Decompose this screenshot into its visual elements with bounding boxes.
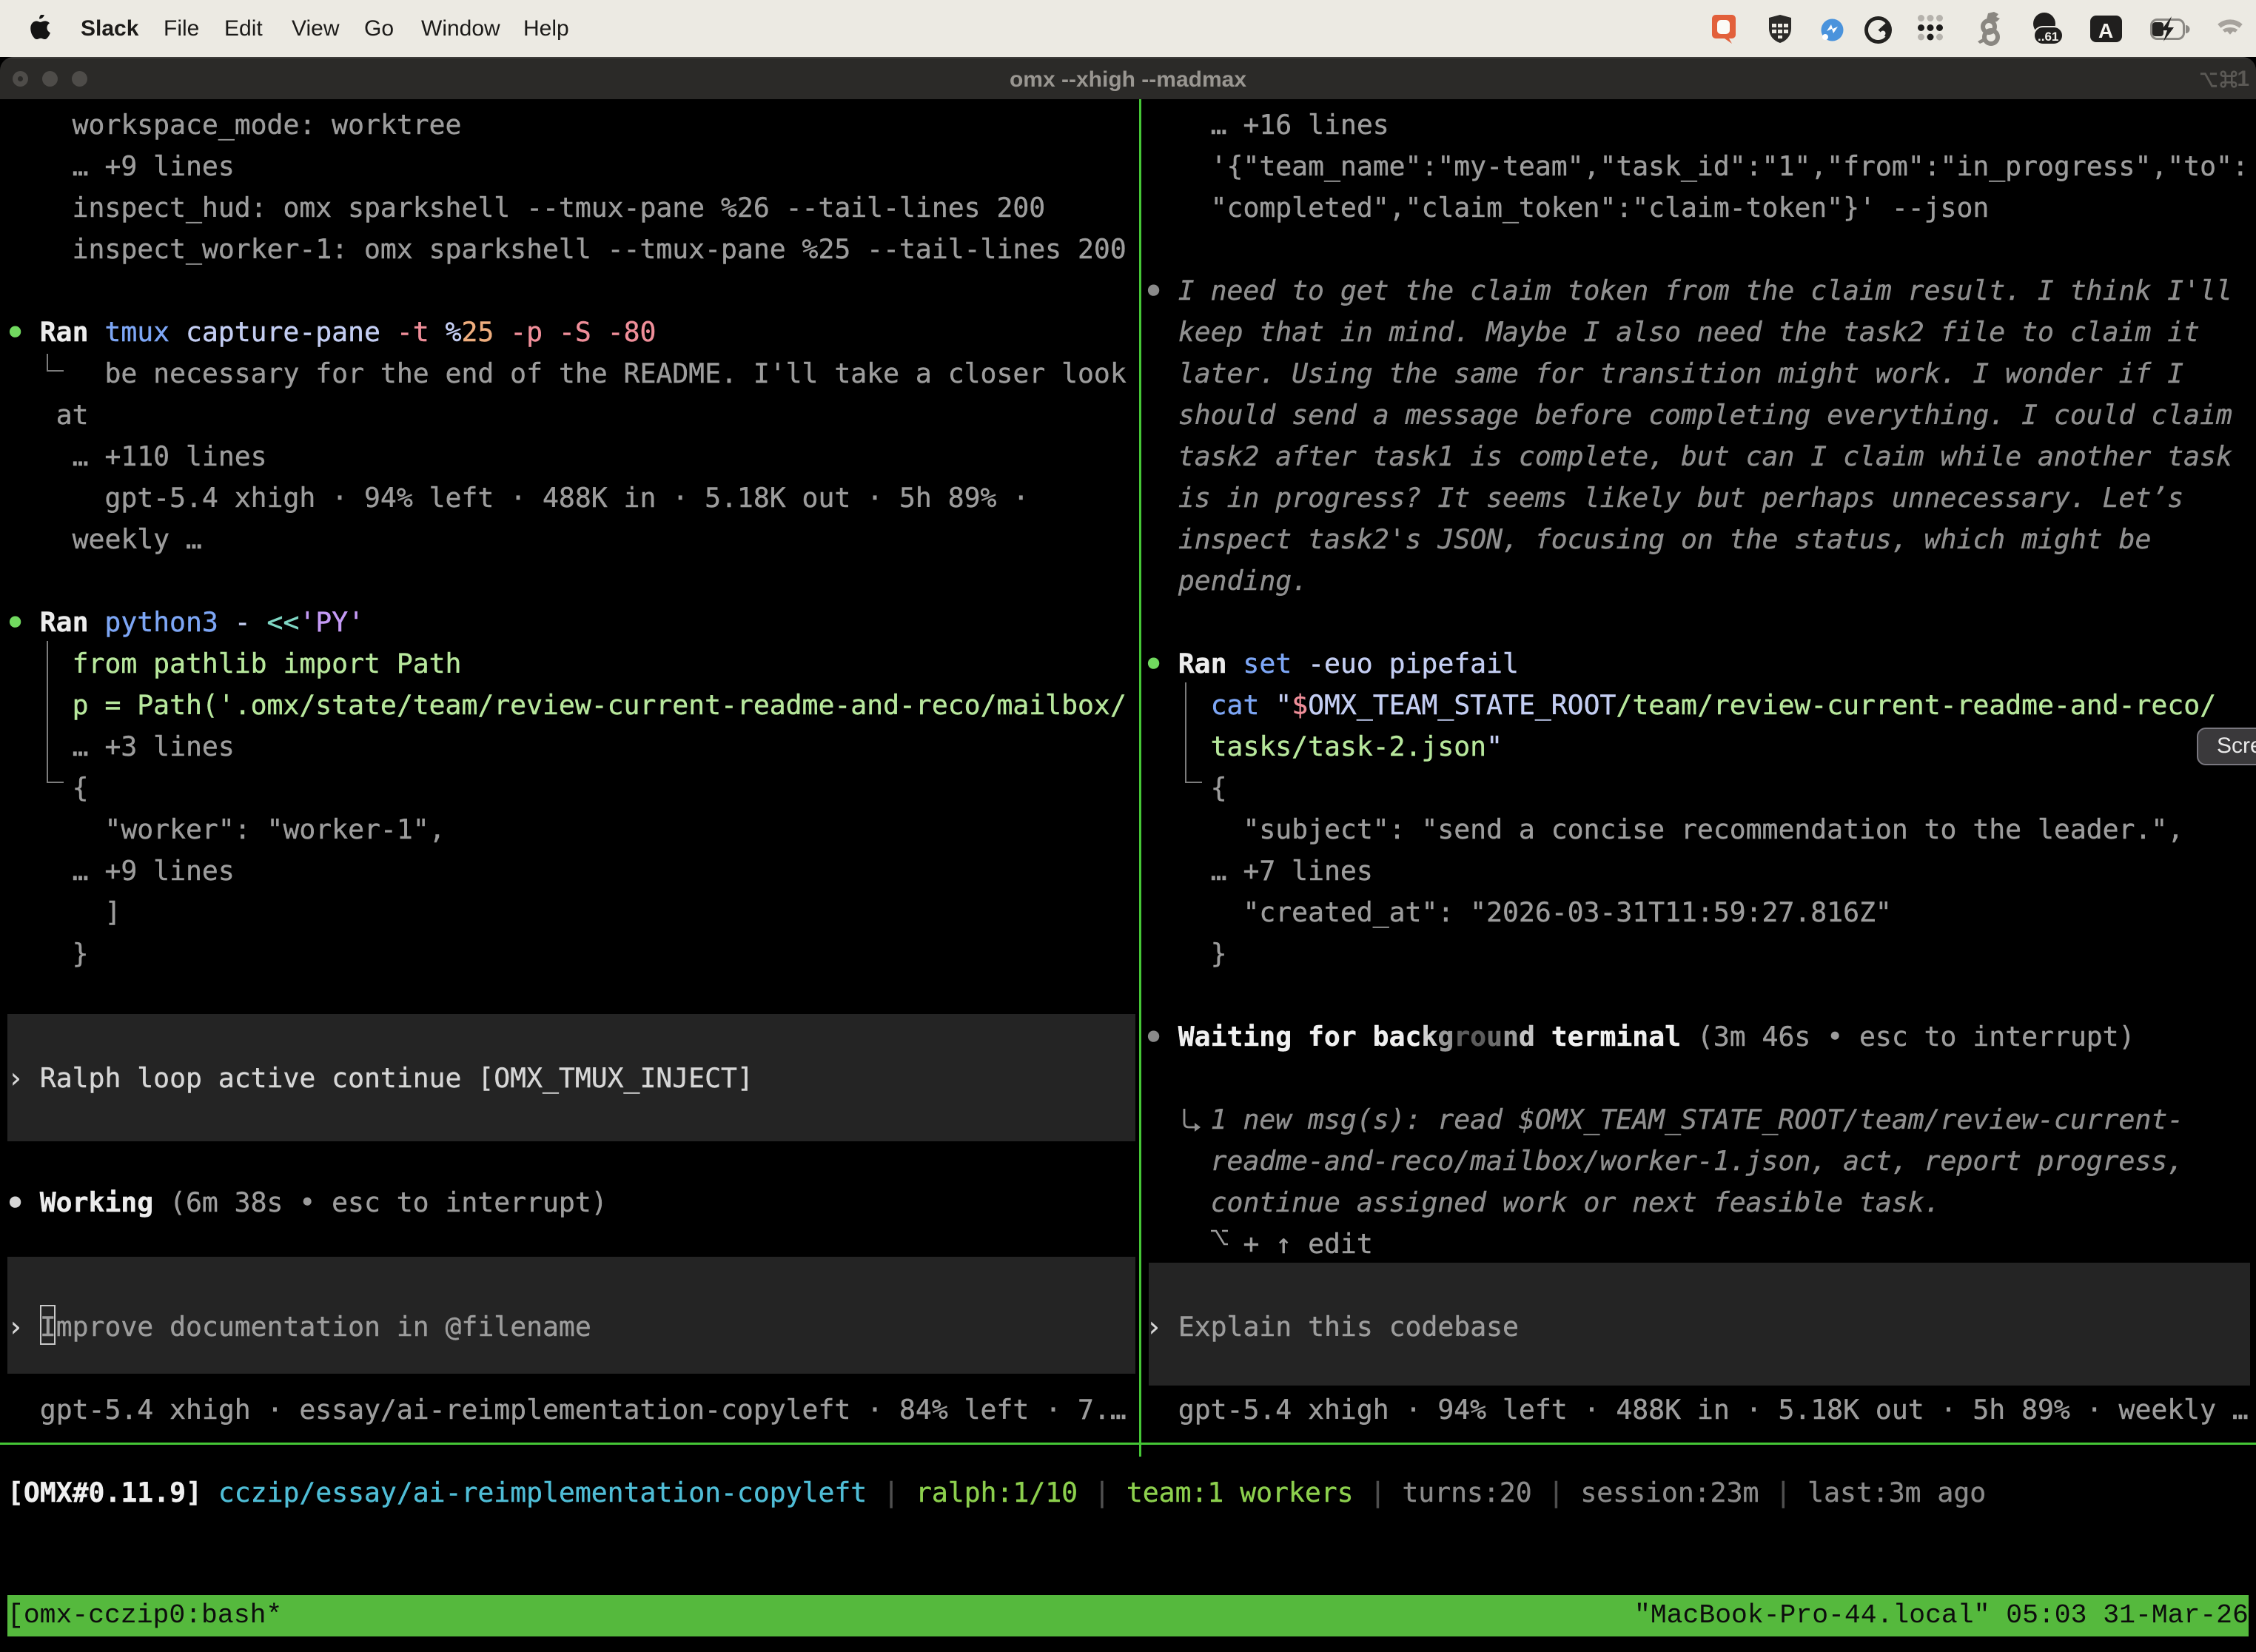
svg-text:A: A <box>2098 19 2113 42</box>
svg-text:..61: ..61 <box>2038 30 2058 44</box>
